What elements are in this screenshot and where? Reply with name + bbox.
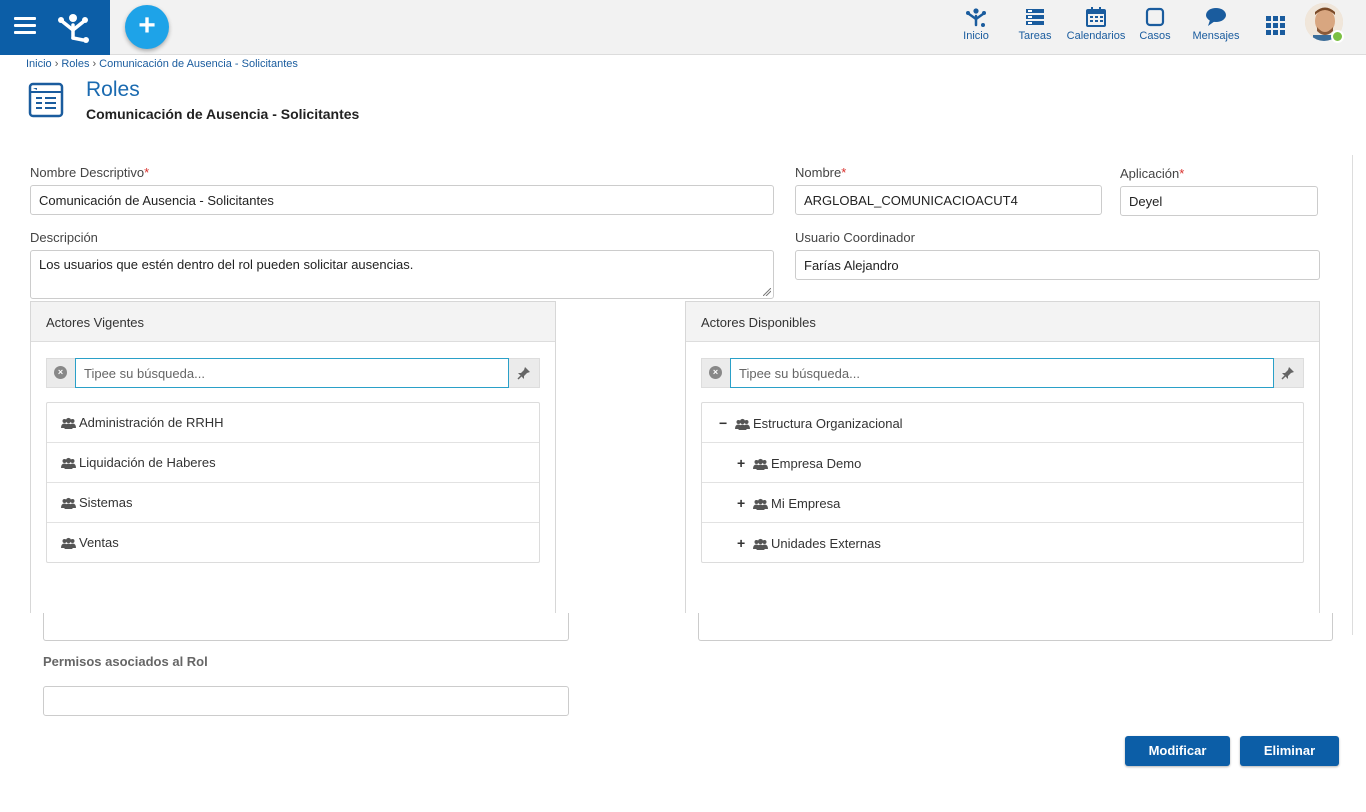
list-item-label: Sistemas bbox=[79, 495, 133, 510]
list-item-label: Liquidación de Haberes bbox=[79, 455, 216, 470]
hamburger-menu-icon[interactable] bbox=[14, 17, 36, 35]
actores-disponibles-search-input[interactable]: Tipee su búsqueda... bbox=[730, 358, 1274, 388]
nav-inicio-label: Inicio bbox=[963, 30, 989, 42]
add-button[interactable]: + bbox=[125, 5, 169, 49]
breadcrumb-inicio[interactable]: Inicio bbox=[26, 58, 52, 70]
network-icon bbox=[966, 8, 986, 27]
group-icon bbox=[753, 538, 768, 550]
expand-toggle-icon[interactable]: + bbox=[737, 535, 749, 551]
resize-handle-icon[interactable] bbox=[763, 288, 771, 296]
tree-node-label: Empresa Demo bbox=[771, 456, 862, 471]
breadcrumb-current[interactable]: Comunicación de Ausencia - Solicitantes bbox=[99, 58, 298, 70]
chat-icon bbox=[1206, 8, 1226, 26]
nombre-descriptivo-label: Nombre Descriptivo* bbox=[30, 165, 150, 180]
group-icon bbox=[61, 537, 76, 549]
tree-node[interactable]: + Empresa Demo bbox=[702, 443, 1303, 483]
page-title: Roles bbox=[86, 78, 140, 101]
permisos-title: Permisos asociados al Rol bbox=[43, 654, 208, 669]
group-icon bbox=[753, 498, 768, 510]
actores-vigentes-title: Actores Vigentes bbox=[31, 302, 555, 342]
online-status-indicator bbox=[1331, 30, 1344, 43]
usuario-coordinador-input[interactable]: Farías Alejandro bbox=[795, 250, 1320, 280]
actores-vigentes-list: Administración de RRHH Liquidación de Ha… bbox=[46, 402, 540, 563]
cases-icon bbox=[1145, 7, 1165, 27]
list-item[interactable]: Ventas bbox=[47, 523, 539, 563]
tree-node-label: Mi Empresa bbox=[771, 496, 841, 511]
aplicacion-input[interactable]: Deyel bbox=[1120, 186, 1318, 216]
list-item[interactable]: Sistemas bbox=[47, 483, 539, 523]
expand-toggle-icon[interactable]: + bbox=[737, 455, 749, 471]
descripcion-label: Descripción bbox=[30, 230, 98, 245]
actores-disponibles-footer bbox=[698, 613, 1333, 641]
tree-node-root[interactable]: − Estructura Organizacional bbox=[702, 403, 1303, 443]
actores-vigentes-search: × Tipee su búsqueda... bbox=[46, 358, 540, 388]
right-divider bbox=[1352, 155, 1353, 635]
nav-tareas[interactable]: Tareas bbox=[1015, 6, 1055, 50]
pin-icon[interactable] bbox=[517, 366, 531, 380]
group-icon bbox=[61, 417, 76, 429]
collapse-toggle-icon[interactable]: − bbox=[719, 415, 731, 431]
pin-icon[interactable] bbox=[1281, 366, 1295, 380]
eliminar-button[interactable]: Eliminar bbox=[1240, 736, 1339, 766]
roles-page-icon bbox=[28, 82, 64, 118]
tasks-icon bbox=[1026, 9, 1044, 25]
apps-grid-icon[interactable] bbox=[1266, 16, 1285, 35]
tree-node[interactable]: + Unidades Externas bbox=[702, 523, 1303, 563]
tree-node[interactable]: + Mi Empresa bbox=[702, 483, 1303, 523]
nav-inicio[interactable]: Inicio bbox=[956, 6, 996, 50]
list-item-label: Ventas bbox=[79, 535, 119, 550]
actores-vigentes-search-input[interactable]: Tipee su búsqueda... bbox=[75, 358, 509, 388]
descripcion-textarea[interactable]: Los usuarios que estén dentro del rol pu… bbox=[30, 250, 774, 299]
breadcrumb: Inicio › Roles › Comunicación de Ausencia - … bbox=[26, 58, 298, 70]
breadcrumb-roles[interactable]: Roles bbox=[61, 58, 89, 70]
expand-toggle-icon[interactable]: + bbox=[737, 495, 749, 511]
nombre-label: Nombre* bbox=[795, 165, 847, 180]
tree-node-label: Unidades Externas bbox=[771, 536, 881, 551]
actores-disponibles-panel: Actores Disponibles × Tipee su búsqueda.… bbox=[685, 301, 1320, 613]
nav-mensajes-label: Mensajes bbox=[1192, 30, 1240, 42]
nav-casos-label: Casos bbox=[1139, 30, 1171, 42]
aplicacion-label: Aplicación* bbox=[1120, 166, 1185, 181]
permisos-field[interactable] bbox=[43, 686, 569, 716]
actores-disponibles-tree: − Estructura Organizacional + Empresa Demo… bbox=[701, 402, 1304, 563]
nav-casos[interactable]: Casos bbox=[1137, 6, 1173, 50]
nav-calendarios[interactable]: Calendarios bbox=[1064, 6, 1128, 50]
group-icon bbox=[735, 418, 750, 430]
page-subtitle: Comunicación de Ausencia - Solicitantes bbox=[86, 106, 360, 122]
deyel-logo-icon[interactable] bbox=[55, 10, 91, 44]
top-bar: + Inicio Tareas Calendarios Casos Mensaj… bbox=[0, 0, 1366, 55]
list-item[interactable]: Administración de RRHH bbox=[47, 403, 539, 443]
menu-block bbox=[0, 0, 110, 55]
tree-node-label: Estructura Organizacional bbox=[753, 416, 903, 431]
clear-search-icon[interactable]: × bbox=[709, 366, 722, 379]
calendar-icon bbox=[1086, 7, 1106, 27]
actores-vigentes-footer bbox=[43, 613, 569, 641]
modificar-button[interactable]: Modificar bbox=[1125, 736, 1230, 766]
nav-tareas-label: Tareas bbox=[1018, 30, 1052, 42]
descripcion-text: Los usuarios que estén dentro del rol pu… bbox=[39, 257, 414, 272]
group-icon bbox=[61, 457, 76, 469]
nombre-descriptivo-input[interactable]: Comunicación de Ausencia - Solicitantes bbox=[30, 185, 774, 215]
nav-mensajes[interactable]: Mensajes bbox=[1189, 6, 1243, 50]
group-icon bbox=[61, 497, 76, 509]
actores-disponibles-search: × Tipee su búsqueda... bbox=[701, 358, 1304, 388]
list-item[interactable]: Liquidación de Haberes bbox=[47, 443, 539, 483]
usuario-coordinador-label: Usuario Coordinador bbox=[795, 230, 915, 245]
list-item-label: Administración de RRHH bbox=[79, 415, 224, 430]
actores-disponibles-title: Actores Disponibles bbox=[686, 302, 1319, 342]
nombre-input[interactable]: ARGLOBAL_COMUNICACIOACUT4 bbox=[795, 185, 1102, 215]
clear-search-icon[interactable]: × bbox=[54, 366, 67, 379]
actores-vigentes-panel: Actores Vigentes × Tipee su búsqueda... … bbox=[30, 301, 556, 613]
nav-calendarios-label: Calendarios bbox=[1066, 30, 1126, 42]
group-icon bbox=[753, 458, 768, 470]
